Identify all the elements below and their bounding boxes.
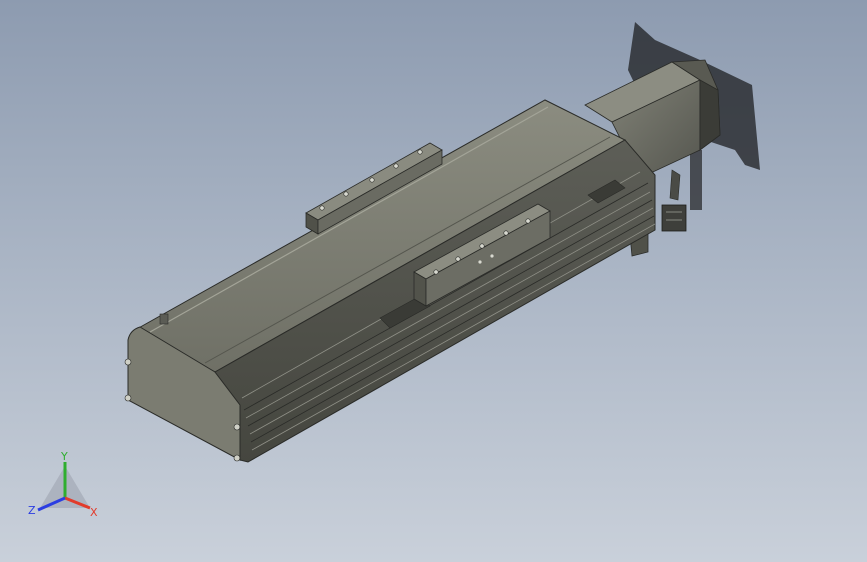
connector-icon xyxy=(661,204,687,232)
y-axis-label: Y xyxy=(60,450,68,463)
side-tab xyxy=(159,313,169,325)
graphics-viewport[interactable]: Y X Z xyxy=(0,0,867,562)
screw-icon xyxy=(124,358,132,366)
orientation-triad[interactable]: Y X Z xyxy=(20,448,110,528)
z-axis-label: Z xyxy=(28,504,36,517)
screw-icon xyxy=(124,394,132,402)
screw-icon xyxy=(233,423,241,431)
screw-icon xyxy=(233,454,241,462)
x-axis-label: X xyxy=(90,506,98,519)
linear-actuator-model[interactable] xyxy=(0,0,867,562)
